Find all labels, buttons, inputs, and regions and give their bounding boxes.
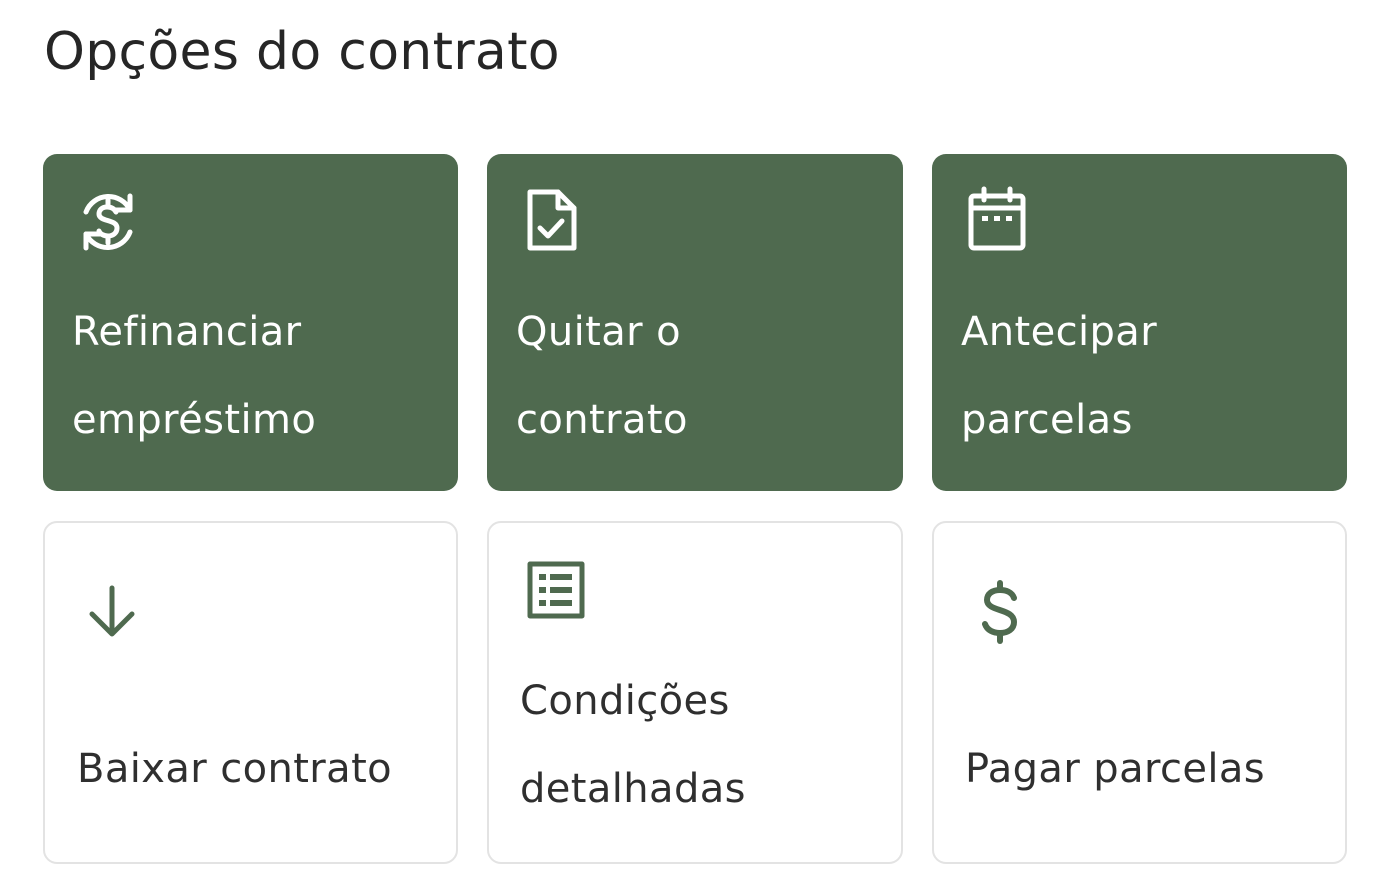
download-contract-label: Baixar contrato [77, 746, 393, 792]
document-check-icon [527, 189, 577, 251]
section-title: Opções do contrato [44, 22, 560, 82]
refinance-dollar-icon [83, 193, 133, 251]
pay-off-contract-label: Quitar o contrato [516, 309, 688, 443]
arrow-down-icon [89, 585, 135, 637]
refinance-loan-label: Refinanciar empréstimo [72, 309, 317, 443]
anticipate-installments-label: Antecipar parcelas [961, 309, 1158, 443]
calendar-icon [968, 186, 1026, 251]
list-details-icon [527, 561, 585, 619]
detailed-conditions-label: Condições detalhadas [520, 678, 746, 812]
dollar-icon [982, 580, 1017, 644]
pay-installments-label: Pagar parcelas [965, 746, 1266, 792]
